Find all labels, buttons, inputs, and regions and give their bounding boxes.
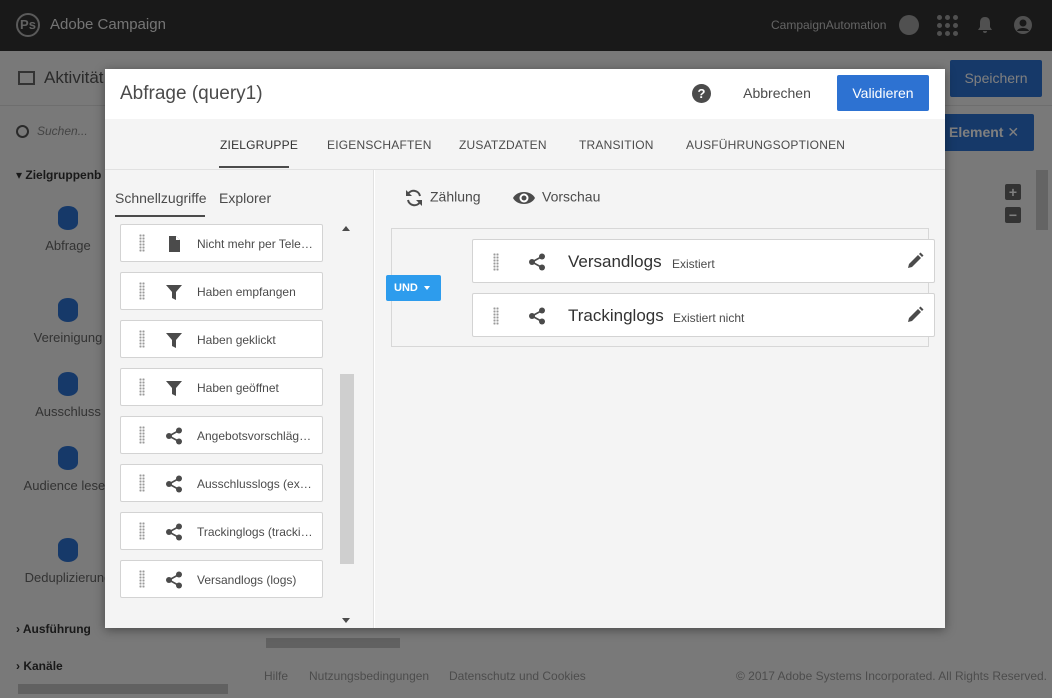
scroll-up-icon[interactable] bbox=[342, 226, 350, 231]
shortcut-item[interactable]: Haben geklickt bbox=[120, 320, 323, 358]
dialog-header: Abfrage (query1) ? Abbrechen Validieren bbox=[105, 69, 945, 119]
drag-handle-icon[interactable] bbox=[139, 522, 145, 540]
query-editor: Zählung Vorschau Versandlogs Existiert T… bbox=[375, 170, 945, 628]
filter-icon bbox=[166, 333, 182, 348]
drag-handle-icon[interactable] bbox=[139, 474, 145, 492]
query-dialog: Abfrage (query1) ? Abbrechen Validieren … bbox=[105, 69, 945, 628]
document-icon bbox=[169, 236, 180, 252]
dialog-title: Abfrage (query1) bbox=[120, 83, 263, 104]
validate-button[interactable]: Validieren bbox=[837, 75, 929, 111]
preview-button[interactable]: Vorschau bbox=[512, 188, 600, 208]
shortcut-item[interactable]: Angebotsvorschläge (propositions) bbox=[120, 416, 323, 454]
shortcut-label: Haben empfangen bbox=[197, 285, 296, 299]
shortcut-item[interactable]: Trackinglogs (trackingLogs) bbox=[120, 512, 323, 550]
share-icon bbox=[166, 475, 182, 493]
condition-state: Existiert bbox=[672, 257, 715, 271]
subtab-explorer[interactable]: Explorer bbox=[219, 190, 271, 206]
tab-properties[interactable]: EIGENSCHAFTEN bbox=[327, 138, 432, 152]
cancel-button[interactable]: Abbrechen bbox=[733, 76, 821, 110]
active-tab-indicator bbox=[219, 166, 289, 168]
edit-pencil-icon[interactable] bbox=[906, 252, 924, 270]
refresh-icon bbox=[406, 189, 422, 207]
drag-handle-icon[interactable] bbox=[139, 426, 145, 444]
shortcut-label: Trackinglogs (trackingLogs) bbox=[197, 525, 315, 539]
condition-group: Versandlogs Existiert Trackinglogs Exist… bbox=[391, 228, 935, 347]
share-icon bbox=[529, 253, 545, 271]
shortcut-item[interactable]: Versandlogs (logs) bbox=[120, 560, 323, 598]
drag-handle-icon[interactable] bbox=[493, 307, 499, 325]
operator-dropdown[interactable]: UND bbox=[386, 275, 441, 301]
tab-additional-data[interactable]: ZUSATZDATEN bbox=[459, 138, 547, 152]
filter-icon bbox=[166, 381, 182, 396]
eye-icon bbox=[513, 192, 535, 204]
shortcut-label: Ausschlusslogs (exclusionLogs) bbox=[197, 477, 315, 491]
shortcuts-scrollbar[interactable] bbox=[340, 374, 354, 564]
share-icon bbox=[166, 427, 182, 445]
tab-transition[interactable]: TRANSITION bbox=[579, 138, 654, 152]
condition-name: Trackinglogs bbox=[568, 306, 664, 325]
shortcut-label: Haben geöffnet bbox=[197, 381, 279, 395]
condition-card[interactable]: Versandlogs Existiert bbox=[472, 239, 935, 283]
drag-handle-icon[interactable] bbox=[139, 330, 145, 348]
tab-execution-options[interactable]: AUSFÜHRUNGSOPTIONEN bbox=[686, 138, 845, 152]
filter-icon bbox=[166, 285, 182, 300]
shortcut-label: Angebotsvorschläge (propositions) bbox=[197, 429, 315, 443]
drag-handle-icon[interactable] bbox=[139, 282, 145, 300]
edit-pencil-icon[interactable] bbox=[906, 306, 924, 324]
shortcut-label: Versandlogs (logs) bbox=[197, 573, 297, 587]
shortcut-item[interactable]: Haben geöffnet bbox=[120, 368, 323, 406]
drag-handle-icon[interactable] bbox=[139, 570, 145, 588]
drag-handle-icon[interactable] bbox=[139, 234, 145, 252]
active-subtab-indicator bbox=[115, 215, 205, 217]
dialog-tabs: ZIELGRUPPE EIGENSCHAFTEN ZUSATZDATEN TRA… bbox=[105, 119, 945, 170]
shortcut-item[interactable]: Ausschlusslogs (exclusionLogs) bbox=[120, 464, 323, 502]
subtab-shortcuts[interactable]: Schnellzugriffe bbox=[115, 190, 207, 206]
shortcut-item[interactable]: Haben empfangen bbox=[120, 272, 323, 310]
scroll-down-icon[interactable] bbox=[342, 618, 350, 623]
caret-down-icon bbox=[424, 286, 430, 290]
shortcut-label: Haben geklickt bbox=[197, 333, 276, 347]
dialog-help-icon[interactable]: ? bbox=[692, 84, 711, 103]
tab-target[interactable]: ZIELGRUPPE bbox=[220, 138, 298, 152]
drag-handle-icon[interactable] bbox=[493, 253, 499, 271]
condition-state: Existiert nicht bbox=[673, 311, 745, 325]
condition-card[interactable]: Trackinglogs Existiert nicht bbox=[472, 293, 935, 337]
share-icon bbox=[166, 571, 182, 589]
shortcut-label: Nicht mehr per Telefon kontaktieren bbox=[197, 237, 315, 251]
share-icon bbox=[166, 523, 182, 541]
share-icon bbox=[529, 307, 545, 325]
shortcut-item[interactable]: Nicht mehr per Telefon kontaktieren bbox=[120, 224, 323, 262]
drag-handle-icon[interactable] bbox=[139, 378, 145, 396]
condition-name: Versandlogs bbox=[568, 252, 662, 271]
count-button[interactable]: Zählung bbox=[404, 188, 481, 208]
shortcuts-panel: Schnellzugriffe Explorer Nicht mehr per … bbox=[105, 170, 374, 628]
